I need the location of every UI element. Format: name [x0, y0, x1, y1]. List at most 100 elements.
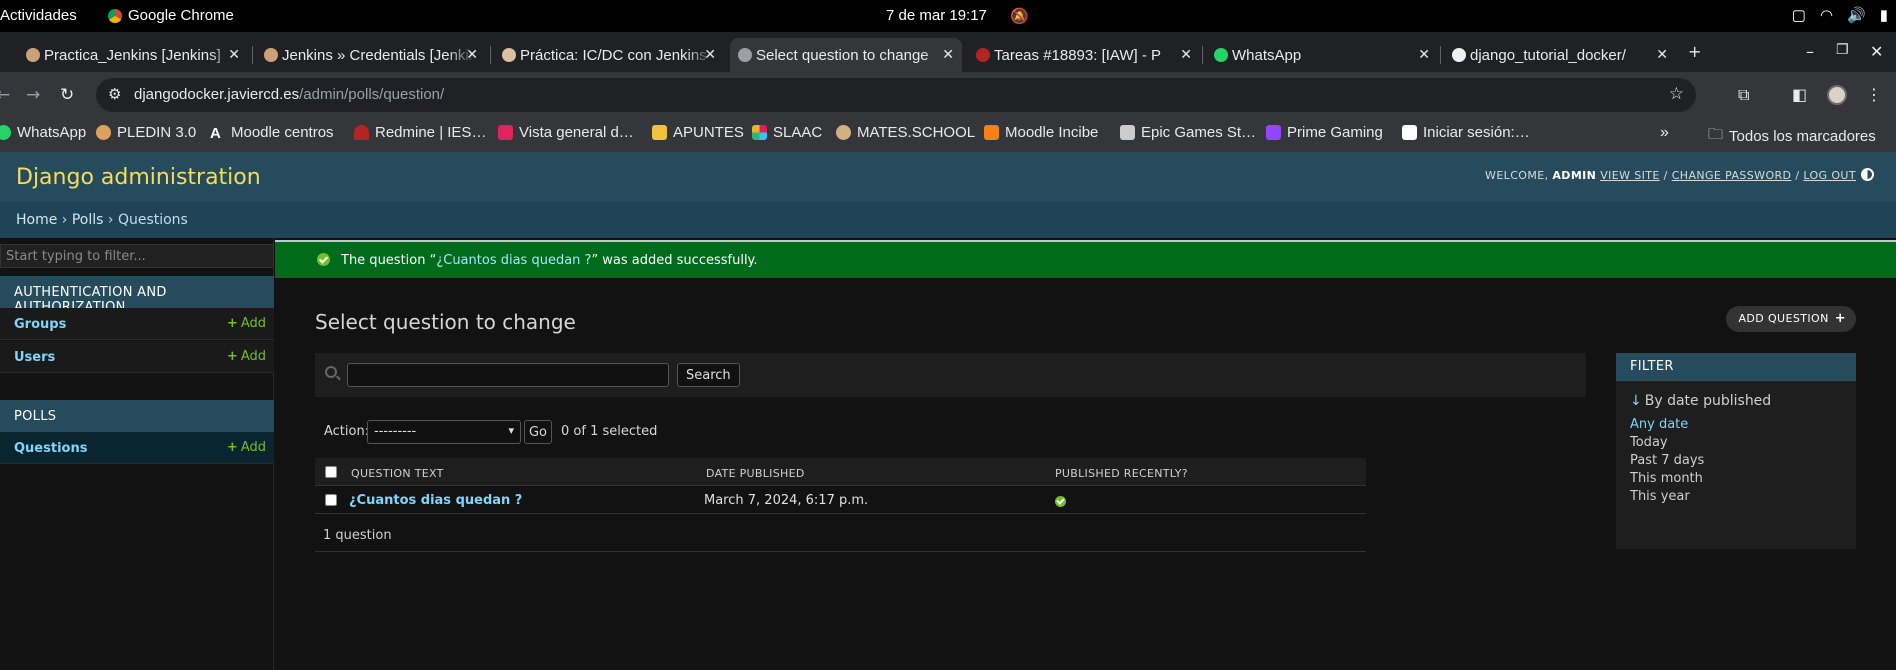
new-tab-icon[interactable]: + — [1688, 42, 1701, 61]
extensions-icon[interactable]: ⧉ — [1738, 85, 1749, 105]
crown-icon — [1266, 125, 1281, 140]
close-icon[interactable]: ✕ — [1180, 46, 1192, 63]
close-icon[interactable]: ✕ — [1656, 46, 1668, 63]
tab-practica-icdc[interactable]: Práctica: IC/DC con Jenkins ✕ — [494, 38, 724, 72]
address-bar[interactable]: ⚙ djangodocker.javiercd.es/admin/polls/q… — [96, 78, 1696, 112]
close-icon[interactable]: ✕ — [704, 46, 716, 63]
bookmark-item[interactable]: APUNTES — [652, 124, 744, 141]
tab-separator — [252, 46, 253, 64]
bookmark-item[interactable]: Vista general d… — [498, 124, 634, 141]
reload-icon[interactable]: ↻ — [60, 85, 74, 105]
selected-count: 0 of 1 selected — [561, 424, 658, 439]
bookmark-label: Prime Gaming — [1287, 124, 1383, 141]
bookmark-label: Epic Games St… — [1141, 124, 1257, 141]
close-icon[interactable]: ✕ — [942, 46, 954, 63]
close-icon[interactable]: ✕ — [228, 46, 240, 63]
bookmark-item[interactable]: MATES.SCHOOL — [836, 124, 975, 141]
bookmark-item[interactable]: Epic Games St… — [1120, 124, 1256, 141]
filter-option-past-7-days[interactable]: Past 7 days — [1630, 453, 1704, 468]
bookmark-item[interactable]: Redmine | IES… — [354, 124, 486, 141]
column-question-text[interactable]: QUESTION TEXT — [351, 467, 444, 480]
filter-option-today[interactable]: Today — [1630, 435, 1668, 450]
bookmark-item[interactable]: WhatsApp — [0, 124, 86, 141]
more-bookmarks-icon[interactable]: » — [1660, 124, 1669, 142]
site-info-icon[interactable]: ⚙ — [108, 85, 121, 103]
activities-button[interactable]: Actividades — [0, 7, 77, 24]
bookmark-item[interactable]: SLAAC — [752, 124, 822, 141]
tab-practica-jenkins[interactable]: Practica_Jenkins [Jenkins] ✕ — [18, 38, 248, 72]
message-question-link[interactable]: ¿Cuantos dias quedan ? — [436, 253, 591, 268]
column-date-published[interactable]: DATE PUBLISHED — [706, 467, 805, 480]
tab-github[interactable]: django_tutorial_docker/ ✕ — [1444, 38, 1676, 72]
side-panel-icon[interactable]: ◧ — [1792, 85, 1807, 104]
window-close-icon[interactable]: ✕ — [1870, 42, 1883, 61]
go-button[interactable]: Go — [524, 420, 552, 444]
home-icon — [652, 125, 667, 140]
select-all-checkbox[interactable] — [325, 466, 337, 478]
admin-header: Django administration WELCOME, ADMIN VIE… — [0, 152, 1896, 202]
theme-toggle-icon[interactable] — [1861, 168, 1874, 181]
url-text[interactable]: djangodocker.javiercd.es/admin/polls/que… — [134, 86, 444, 103]
tab-whatsapp[interactable]: WhatsApp ✕ — [1206, 38, 1438, 72]
filter-option-any-date[interactable]: Any date — [1630, 417, 1688, 432]
filter-option-this-month[interactable]: This month — [1630, 471, 1703, 486]
add-user-link[interactable]: + Add — [227, 349, 266, 364]
action-label: Action: — [324, 424, 370, 439]
row-checkbox[interactable] — [325, 494, 337, 506]
forward-icon[interactable]: → — [26, 85, 40, 105]
search-bar: Search — [315, 353, 1586, 397]
message-suffix: ” was added successfully. — [591, 253, 758, 268]
bookmark-item[interactable]: Prime Gaming — [1266, 124, 1383, 141]
all-bookmarks[interactable]: 🗀 Todos los marcadores — [1708, 124, 1876, 149]
chrome-icon — [108, 8, 122, 23]
users-link[interactable]: Users — [14, 350, 55, 365]
minimize-icon[interactable]: – — [1806, 42, 1814, 61]
bookmark-item[interactable]: Moodle Incibe — [984, 124, 1098, 141]
tab-tareas[interactable]: Tareas #18893: [IAW] - P ✕ — [968, 38, 1200, 72]
add-question-button[interactable]: ADD QUESTION + — [1726, 306, 1856, 332]
module-polls-caption[interactable]: POLLS — [0, 400, 274, 432]
search-button[interactable]: Search — [677, 363, 740, 387]
logout-link[interactable]: LOG OUT — [1803, 169, 1856, 182]
module-auth-caption[interactable]: AUTHENTICATION AND AUTHORIZATION — [0, 276, 274, 315]
clock[interactable]: 7 de mar 19:17 — [886, 7, 987, 24]
groups-link[interactable]: Groups — [14, 317, 66, 332]
success-icon — [317, 253, 330, 266]
plus-icon: + — [226, 349, 238, 364]
close-icon[interactable]: ✕ — [466, 46, 478, 63]
nav-filter-input[interactable]: Start typing to filter... — [0, 244, 274, 268]
menu-icon[interactable]: ⋮ — [1866, 85, 1882, 104]
bookmark-item[interactable]: Iniciar sesión:… — [1402, 124, 1530, 141]
change-password-link[interactable]: CHANGE PASSWORD — [1672, 169, 1792, 182]
tab-separator — [490, 46, 491, 64]
add-label: Add — [240, 440, 266, 455]
restore-icon[interactable]: ❐ — [1836, 42, 1849, 58]
question-link[interactable]: ¿Cuantos dias quedan ? — [349, 493, 522, 508]
site-branding[interactable]: Django administration — [16, 165, 261, 190]
add-question-link[interactable]: + Add — [227, 440, 266, 455]
bookmark-item[interactable]: PLEDIN 3.0 — [96, 124, 196, 141]
overview-icon — [498, 125, 513, 140]
app-menu[interactable]: Google Chrome — [108, 7, 234, 24]
view-site-link[interactable]: VIEW SITE — [1600, 169, 1660, 182]
profile-avatar[interactable] — [1827, 85, 1847, 105]
tab-jenkins-credentials[interactable]: Jenkins » Credentials [Jenkins] ✕ — [256, 38, 486, 72]
add-group-link[interactable]: + Add — [227, 316, 266, 331]
filter-by-date[interactable]: ↓ By date published — [1630, 393, 1771, 409]
column-published-recently[interactable]: PUBLISHED RECENTLY? — [1055, 467, 1188, 480]
bookmark-star-icon[interactable]: ☆ — [1669, 84, 1684, 104]
breadcrumb-home[interactable]: Home — [16, 212, 57, 228]
url-host: djangodocker.javiercd.es — [134, 86, 300, 103]
add-label: Add — [240, 349, 266, 364]
back-icon[interactable]: ← — [0, 85, 10, 105]
bookmark-item[interactable]: A Moodle centros — [210, 124, 334, 142]
tab-select-question[interactable]: Select question to change ✕ — [730, 38, 962, 72]
filter-option-this-year[interactable]: This year — [1630, 489, 1690, 504]
system-tray[interactable]: ▢ ◠ 🔊 ▮ — [1792, 6, 1888, 24]
questions-link[interactable]: Questions — [14, 441, 87, 456]
action-select[interactable]: --------- ▾ — [367, 420, 521, 444]
close-icon[interactable]: ✕ — [1418, 46, 1430, 63]
bookmark-label: PLEDIN 3.0 — [117, 124, 197, 141]
search-input[interactable] — [347, 363, 669, 387]
breadcrumb-polls[interactable]: Polls — [72, 212, 104, 228]
